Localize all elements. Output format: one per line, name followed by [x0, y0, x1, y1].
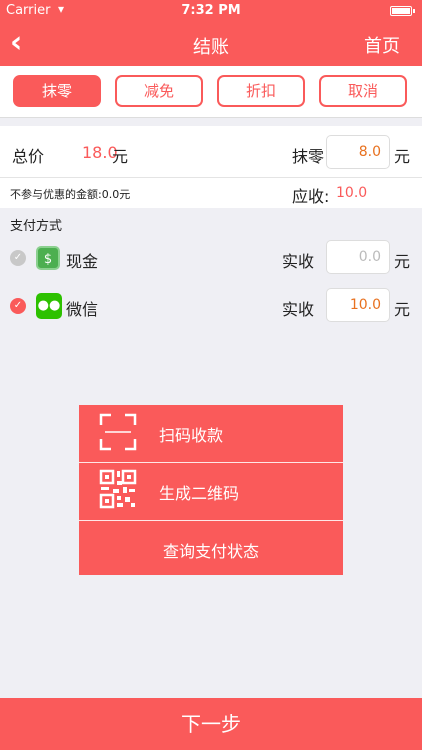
scan-pay-label: 扫码收款	[159, 426, 224, 445]
cash-received-label: 实收	[282, 252, 315, 271]
tab-reduction[interactable]: 减免	[115, 75, 203, 107]
rounding-input[interactable]: 8.0	[326, 135, 390, 169]
scan-pay-button[interactable]: 扫码收款	[79, 405, 343, 461]
receivable-row: 不参与优惠的金额:0.0元 应收: 10.0	[0, 178, 422, 208]
wechat-received-input[interactable]: 10.0	[326, 288, 390, 322]
cash-unit: 元	[394, 252, 411, 271]
wechat-received-label: 实收	[282, 300, 315, 319]
unchecked-icon[interactable]: ✓	[10, 250, 26, 266]
payment-method-wechat[interactable]: ✓ ●● 微信 实收 10.0 元	[0, 284, 422, 328]
scan-frame-icon	[99, 413, 137, 451]
cash-icon: $	[36, 246, 60, 270]
status-bar: Carrier ▾ 7:32 PM	[0, 0, 422, 22]
wechat-icon: ●●	[36, 293, 62, 319]
cash-label: 现金	[66, 252, 99, 271]
receivable-value: 10.0	[336, 185, 368, 201]
generate-qr-label: 生成二维码	[159, 484, 240, 503]
wechat-unit: 元	[394, 300, 411, 319]
navigation-bar: ‹ 结账 首页	[0, 22, 422, 66]
qr-code-icon	[99, 469, 137, 509]
clock: 7:32 PM	[181, 3, 241, 18]
tab-cancel[interactable]: 取消	[319, 75, 407, 107]
discount-tab-bar: 抹零 减免 折扣 取消	[0, 66, 422, 118]
query-status-button[interactable]: 查询支付状态	[79, 521, 343, 575]
rounding-unit: 元	[394, 147, 411, 166]
receivable-label: 应收:	[292, 187, 330, 206]
cash-received-input[interactable]: 0.0	[326, 240, 390, 274]
payment-action-menu: 扫码收款 生成二维码 查询支付状态	[79, 405, 343, 575]
payment-method-cash[interactable]: ✓ $ 现金 实收 0.0 元	[0, 236, 422, 280]
rounding-label: 抹零	[292, 147, 325, 166]
total-unit: 元	[112, 147, 129, 166]
query-status-label: 查询支付状态	[162, 542, 259, 561]
wechat-label: 微信	[66, 300, 99, 319]
battery-icon	[390, 6, 415, 16]
payment-section-title: 支付方式	[10, 219, 63, 234]
next-step-button[interactable]: 下一步	[0, 698, 422, 750]
generate-qr-button[interactable]: 生成二维码	[79, 463, 343, 519]
tab-discount[interactable]: 折扣	[217, 75, 305, 107]
checked-icon[interactable]: ✓	[10, 298, 26, 314]
total-row: 总价 18.0 元 抹零 8.0 元	[0, 126, 422, 178]
excluded-amount: 不参与优惠的金额:0.0元	[10, 188, 131, 201]
page-title: 结账	[193, 37, 229, 58]
tab-rounding[interactable]: 抹零	[13, 75, 101, 107]
home-button[interactable]: 首页	[364, 32, 400, 58]
total-label: 总价	[12, 147, 45, 166]
